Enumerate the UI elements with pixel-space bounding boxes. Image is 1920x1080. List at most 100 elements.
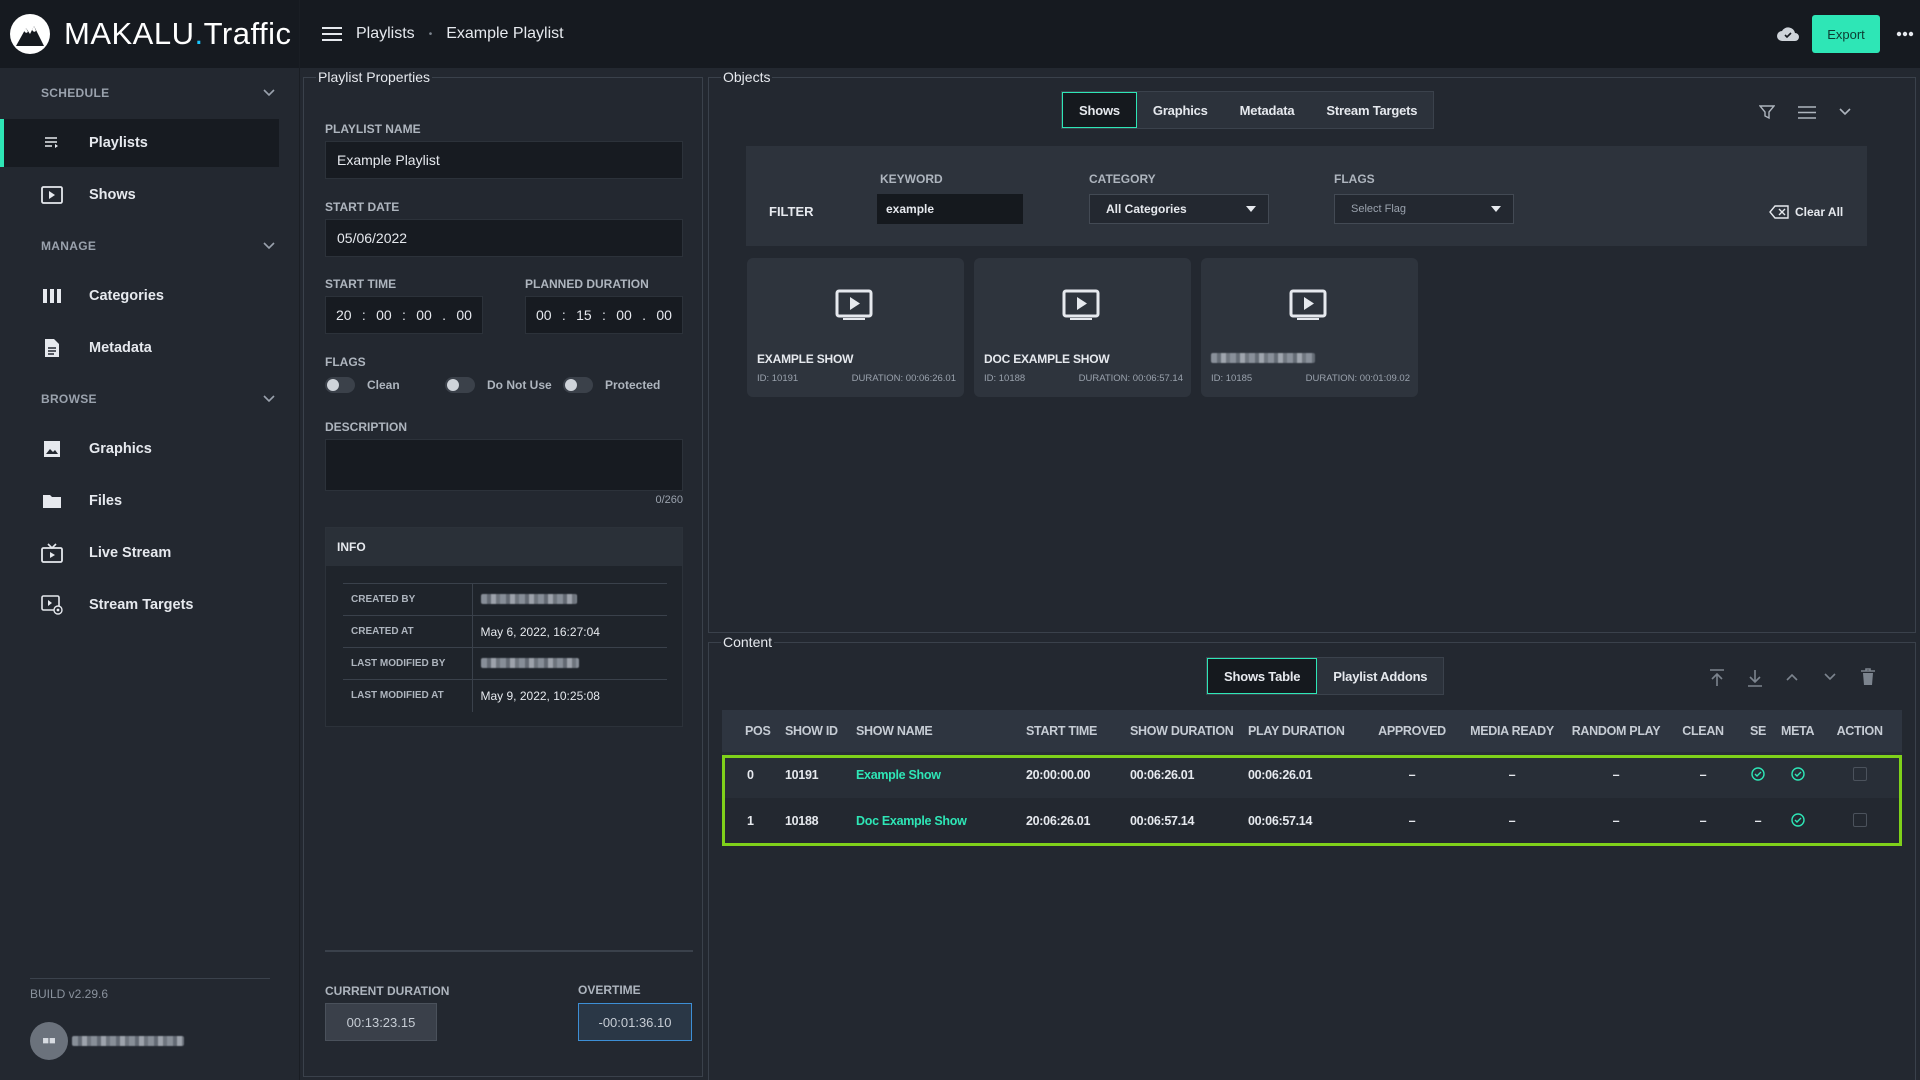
col-action[interactable]: ACTION (1817, 710, 1902, 752)
content-tabs: Shows Table Playlist Addons (1206, 657, 1445, 695)
breadcrumb: Playlists • Example Playlist (356, 25, 564, 43)
col-show-duration[interactable]: SHOW DURATION (1127, 710, 1245, 752)
move-up-icon[interactable] (1786, 673, 1798, 681)
cell-clean: – (1668, 752, 1738, 798)
clear-all-button[interactable]: Clear All (1769, 205, 1843, 219)
planned-duration-minutes[interactable]: 15 (576, 307, 592, 323)
cell-media-ready: – (1460, 798, 1564, 844)
created-by-redacted (480, 593, 577, 604)
clear-icon (1769, 205, 1789, 219)
list-view-icon[interactable] (1798, 106, 1816, 119)
hamburger-menu-icon[interactable] (322, 27, 342, 41)
col-pos[interactable]: POS (722, 710, 782, 752)
tab-shows[interactable]: Shows (1062, 92, 1137, 128)
sidebar-item-stream-targets[interactable]: Stream Targets (0, 581, 279, 629)
move-to-bottom-icon[interactable] (1747, 669, 1763, 687)
start-time-hours[interactable]: 20 (336, 307, 352, 323)
start-time-minutes[interactable]: 00 (376, 307, 392, 323)
col-approved[interactable]: APPROVED (1364, 710, 1460, 752)
flag-clean[interactable]: Clean (325, 377, 400, 393)
move-to-top-icon[interactable] (1709, 669, 1725, 687)
do-not-use-toggle[interactable] (445, 377, 475, 393)
start-time-seconds[interactable]: 00 (416, 307, 432, 323)
cell-play-duration: 00:06:26.01 (1245, 752, 1364, 798)
more-options-icon[interactable] (1896, 31, 1914, 37)
user-name-redacted (72, 1036, 184, 1046)
export-button[interactable]: Export (1812, 15, 1880, 53)
col-start-time[interactable]: START TIME (1023, 710, 1127, 752)
sidebar-item-label: Playlists (89, 135, 148, 151)
start-time-input[interactable]: 20: 00: 00. 00 (325, 296, 483, 334)
description-counter: 0/260 (655, 494, 683, 506)
start-date-input[interactable]: 05/06/2022 (325, 219, 683, 257)
flags-select[interactable]: Select Flag (1334, 194, 1514, 224)
tab-shows-table[interactable]: Shows Table (1207, 658, 1318, 694)
chevron-down-icon[interactable] (1839, 108, 1851, 116)
cell-show-name[interactable]: Example Show (853, 752, 1023, 798)
app-logo[interactable]: MAKALU.Traffic (0, 0, 299, 68)
table-row[interactable]: 0 10191 Example Show 20:00:00.00 00:06:2… (722, 752, 1902, 798)
section-browse[interactable]: BROWSE (0, 376, 299, 421)
target-screen-icon (41, 595, 63, 615)
category-select[interactable]: All Categories (1089, 194, 1269, 224)
breadcrumb-playlists[interactable]: Playlists (356, 25, 415, 43)
sidebar-item-live-stream[interactable]: Live Stream (0, 529, 279, 577)
keyword-input[interactable]: example (877, 194, 1023, 224)
planned-duration-frames[interactable]: 00 (656, 307, 672, 323)
cell-show-name[interactable]: Doc Example Show (853, 798, 1023, 844)
show-card[interactable]: DOC EXAMPLE SHOW ID: 10188 DURATION: 00:… (974, 258, 1191, 397)
info-row: CREATED AT May 6, 2022, 16:27:04 (343, 615, 667, 648)
card-duration: DURATION: 00:01:09.02 (1305, 373, 1410, 384)
info-section: INFO CREATED BY CREATED AT May 6, 2022, 1… (325, 527, 683, 727)
planned-duration-input[interactable]: 00: 15: 00. 00 (525, 296, 683, 334)
sidebar-item-files[interactable]: Files (0, 477, 279, 525)
tab-graphics[interactable]: Graphics (1137, 92, 1224, 128)
show-card[interactable]: ID: 10185 DURATION: 00:01:09.02 (1201, 258, 1418, 397)
filter-icon[interactable] (1759, 104, 1775, 120)
flag-protected[interactable]: Protected (563, 377, 660, 393)
filter-bar: FILTER KEYWORD example CATEGORY All Cate… (746, 146, 1867, 246)
trash-icon[interactable] (1860, 668, 1876, 686)
sidebar-item-metadata[interactable]: Metadata (0, 324, 279, 372)
tab-playlist-addons[interactable]: Playlist Addons (1317, 658, 1443, 694)
show-card[interactable]: EXAMPLE SHOW ID: 10191 DURATION: 00:06:2… (747, 258, 964, 397)
objects-panel: Objects Shows Graphics Metadata Stream T… (708, 69, 1916, 633)
build-version: BUILD v2.29.6 (30, 978, 270, 1001)
user-profile[interactable]: ■■ (30, 1022, 184, 1060)
panel-title: Objects (721, 69, 773, 85)
section-manage[interactable]: MANAGE (0, 223, 299, 268)
clean-toggle[interactable] (325, 377, 355, 393)
col-play-duration[interactable]: PLAY DURATION (1245, 710, 1364, 752)
planned-duration-hours[interactable]: 00 (536, 307, 552, 323)
section-schedule[interactable]: SCHEDULE (0, 70, 299, 115)
description-textarea[interactable] (325, 439, 683, 491)
protected-toggle[interactable] (563, 377, 593, 393)
planned-duration-label: PLANNED DURATION (525, 277, 649, 291)
sidebar-item-label: Files (89, 493, 123, 509)
col-meta[interactable]: META (1778, 710, 1818, 752)
playlist-name-input[interactable]: Example Playlist (325, 141, 683, 179)
tab-metadata[interactable]: Metadata (1224, 92, 1311, 128)
sidebar-item-playlists[interactable]: Playlists (0, 119, 279, 167)
start-time-label: START TIME (325, 277, 397, 291)
col-show-id[interactable]: SHOW ID (782, 710, 853, 752)
row-checkbox[interactable] (1852, 812, 1867, 827)
sidebar-item-categories[interactable]: Categories (0, 272, 279, 320)
col-random-play[interactable]: RANDOM PLAY (1564, 710, 1668, 752)
col-show-name[interactable]: SHOW NAME (853, 710, 1023, 752)
col-se[interactable]: SE (1738, 710, 1778, 752)
tab-stream-targets[interactable]: Stream Targets (1310, 92, 1433, 128)
col-clean[interactable]: CLEAN (1668, 710, 1738, 752)
sidebar-item-shows[interactable]: Shows (0, 171, 279, 219)
sidebar-item-graphics[interactable]: Graphics (0, 425, 279, 473)
row-checkbox[interactable] (1852, 766, 1867, 781)
move-down-icon[interactable] (1824, 673, 1836, 681)
cell-play-duration: 00:06:57.14 (1245, 798, 1364, 844)
cloud-icon[interactable] (1776, 24, 1800, 42)
info-row: CREATED BY (343, 583, 667, 616)
table-row[interactable]: 1 10188 Doc Example Show 20:06:26.01 00:… (722, 798, 1902, 844)
planned-duration-seconds[interactable]: 00 (616, 307, 632, 323)
col-media-ready[interactable]: MEDIA READY (1460, 710, 1564, 752)
flag-do-not-use[interactable]: Do Not Use (445, 377, 552, 393)
start-time-frames[interactable]: 00 (456, 307, 472, 323)
